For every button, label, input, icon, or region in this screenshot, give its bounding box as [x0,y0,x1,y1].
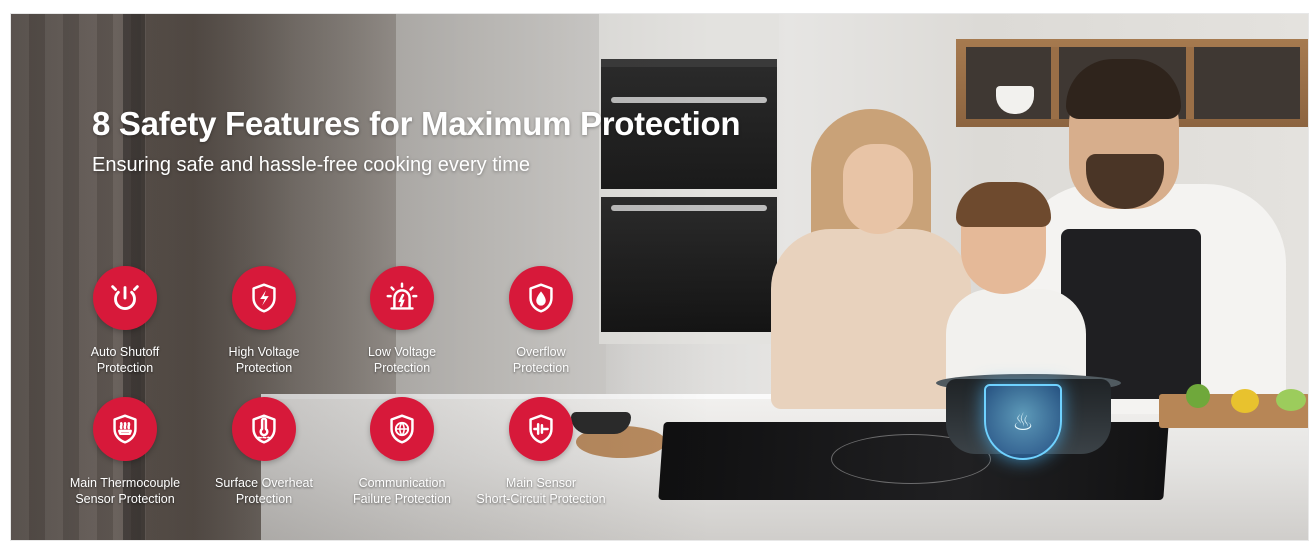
feature-surface-overheat: Surface Overheat Protection [194,397,334,507]
water-drop-shield-icon [509,266,573,330]
feature-label-line1: Overflow [516,345,566,359]
safety-shield-icon: ♨ [984,384,1062,460]
feature-label: Main Sensor Short-Circuit Protection [471,475,611,507]
feature-main-thermocouple: Main Thermocouple Sensor Protection [55,397,195,507]
thermometer-shield-icon [232,397,296,461]
feature-label-line1: Surface Overheat [215,476,313,490]
feature-label-line1: Auto Shutoff [90,345,160,359]
vegetable [1276,389,1306,411]
feature-label: Auto Shutoff Protection [55,344,195,376]
feature-label: High Voltage Protection [194,344,334,376]
globe-shield-icon [370,397,434,461]
vegetable [1186,384,1210,408]
feature-label-line2: Protection [373,361,431,375]
hero-banner: ♨ 8 Safety Features for Maximum Protecti… [10,13,1309,541]
power-icon [93,266,157,330]
feature-label: Communication Failure Protection [332,475,472,507]
lightning-shield-icon [232,266,296,330]
feature-label-line2: Protection [235,492,293,506]
heat-shield-icon [93,397,157,461]
feature-label-line2: Short-Circuit Protection [476,492,606,506]
feature-label-line1: Main Sensor [505,476,577,490]
feature-label-line2: Protection [235,361,293,375]
feature-label-line2: Protection [96,361,154,375]
woman-face [843,144,913,234]
feature-label: Low Voltage Protection [332,344,472,376]
feature-label: Surface Overheat Protection [194,475,334,507]
alarm-siren-icon [370,266,434,330]
shelf-divider [1186,47,1194,119]
feature-label-line1: High Voltage [228,345,300,359]
shelf-divider [1051,47,1059,119]
feature-label: Main Thermocouple Sensor Protection [55,475,195,507]
feature-auto-shutoff: Auto Shutoff Protection [55,266,195,376]
feature-label-line2: Sensor Protection [75,492,175,506]
headline: 8 Safety Features for Maximum Protection [92,105,741,142]
feature-low-voltage: Low Voltage Protection [332,266,472,376]
subheadline: Ensuring safe and hassle-free cooking ev… [92,154,531,176]
feature-high-voltage: High Voltage Protection [194,266,334,376]
feature-overflow: Overflow Protection [471,266,611,376]
feature-main-sensor-short-circuit: Main Sensor Short-Circuit Protection [471,397,611,507]
feature-label-line1: Low Voltage [367,345,437,359]
feature-label-line2: Failure Protection [353,492,451,506]
feature-communication-failure: Communication Failure Protection [332,397,472,507]
feature-label-line1: Main Thermocouple [69,476,181,490]
feature-label-line2: Protection [512,361,570,375]
child-hair [956,182,1051,227]
feature-label: Overflow Protection [471,344,611,376]
feature-label-line1: Communication [358,476,446,490]
lemon [1231,389,1259,413]
circuit-shield-icon [509,397,573,461]
